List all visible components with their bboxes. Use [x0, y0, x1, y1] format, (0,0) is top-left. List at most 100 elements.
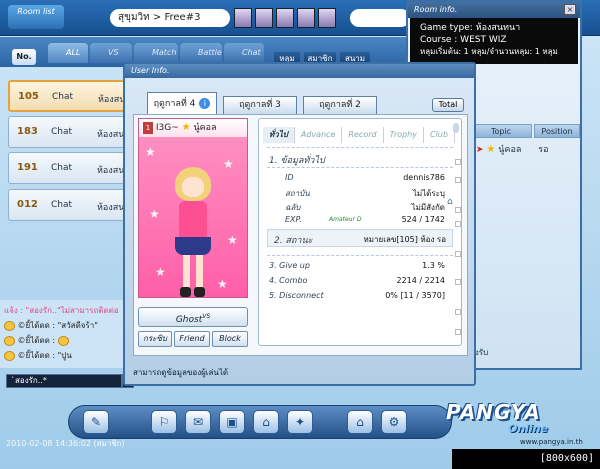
chat-line: ©ยิ้ได้ดด : "ปูน — [4, 349, 72, 362]
checkbox[interactable] — [455, 159, 461, 165]
checkbox[interactable] — [455, 207, 461, 213]
stat-label: 3. Give up — [269, 261, 310, 270]
divider — [267, 255, 453, 256]
lobby-icon[interactable]: ⌂ — [347, 410, 373, 434]
profile-card: 1 I3G~ ★ นู๋คอล ★ ★ ★ ★ ★ ★ — [138, 118, 248, 298]
online-avatars — [234, 8, 336, 28]
checkbox[interactable] — [455, 221, 461, 227]
star-decoration-icon: ★ — [227, 233, 238, 247]
avatar[interactable] — [318, 8, 336, 28]
close-icon[interactable]: × — [564, 4, 576, 15]
settings-icon[interactable]: ⚙ — [381, 410, 407, 434]
room-list-logo: Room list — [8, 5, 64, 29]
tab-vs[interactable]: VS — [90, 43, 132, 63]
room-number: 191 — [17, 162, 38, 173]
checkbox[interactable] — [455, 309, 461, 315]
room-name: ห้องสน — [97, 203, 125, 213]
search-field[interactable] — [350, 9, 410, 27]
hole-count: หลุมเริ่มต้น: 1 หลุม/จำนวนหลุม: 1 หลุม — [420, 47, 558, 56]
total-button[interactable]: Total — [432, 98, 464, 112]
star-decoration-icon: ★ — [223, 157, 234, 171]
chat-line: ©ยิ้ได้ดด : — [4, 334, 69, 347]
tab-record[interactable]: Record — [342, 127, 384, 143]
room-name: ห้องสน — [98, 95, 126, 105]
mail-icon[interactable]: ✉ — [185, 410, 211, 434]
room-row[interactable]: 105 Chat ห้องสน — [8, 80, 130, 112]
tab-season-4[interactable]: ฤดูกาลที่ 4i — [147, 92, 217, 116]
stats-tabs: ทั่วไป Advance Record Trophy Club — [263, 127, 455, 143]
divider — [267, 147, 453, 148]
checkbox[interactable] — [455, 279, 461, 285]
stat-row-institute: สถาบัน ไม่ได้ระบุ — [285, 187, 445, 199]
sort-number-button[interactable]: No. — [12, 49, 36, 65]
smiley-icon — [4, 350, 15, 361]
chat-line: ©ยิ้ได้ดด : "สวัสดีจร้า" — [4, 319, 98, 332]
star-icon: ★ — [181, 122, 191, 133]
game-type: Game type: ห้องสนทนา — [420, 23, 521, 33]
stat-row-club: ฉลับ ไม่มีสังกัด — [285, 201, 445, 213]
checkbox[interactable] — [455, 177, 461, 183]
room-row[interactable]: 012 Chat ห้องสน — [8, 189, 130, 221]
chat-line-text: ©ยิ้ได้ดด : — [17, 336, 58, 345]
stat-value: 2214 / 2214 — [396, 276, 446, 285]
locker-icon[interactable]: ⚐ — [151, 410, 177, 434]
checkbox[interactable] — [455, 251, 461, 257]
stat-label: 5. Disconnect — [269, 291, 324, 300]
ghost-label: Ghost — [175, 315, 203, 325]
chat-line-text: ©ยิ้ได้ดด : "สวัสดีจร้า" — [17, 321, 98, 330]
avatar[interactable] — [297, 8, 315, 28]
brand-name: PANGYA — [446, 400, 541, 424]
info-icon: i — [199, 98, 211, 109]
star-icon: ★ — [486, 144, 496, 155]
star-decoration-icon: ★ — [149, 207, 160, 221]
room-number: 012 — [17, 199, 38, 210]
block-button[interactable]: Block — [212, 331, 248, 347]
tab-advance[interactable]: Advance — [295, 127, 343, 143]
tab-all[interactable]: ALL — [48, 43, 88, 63]
stat-row-giveup: 3. Give up 1.3 % — [269, 261, 445, 273]
tab-battle[interactable]: Battle — [180, 43, 222, 63]
chat-input[interactable]: `สองรัก..* — [6, 374, 122, 388]
stat-row-combo: 4. Combo 2214 / 2214 — [269, 276, 445, 288]
tab-season-2[interactable]: ฤดูกาลที่ 2 — [303, 96, 377, 114]
room-name: ห้องสน — [97, 130, 125, 140]
tab-season-4-label: ฤดูกาลที่ 4 — [153, 99, 196, 109]
status-value: หมายเลข[105] ห้อง รอ — [363, 235, 446, 244]
chat-log: แจ้ง : "สองรัก.."ไม่สามารถติดต่อ ©ยิ้ได้… — [0, 300, 128, 368]
home-icon[interactable]: ⌂ — [253, 410, 279, 434]
home-icon[interactable]: ⌂ — [447, 197, 453, 207]
card-icon[interactable]: ▣ — [219, 410, 245, 434]
avatar[interactable] — [234, 8, 252, 28]
room-number: 105 — [18, 91, 39, 102]
whisper-button[interactable]: กระซิบ — [138, 331, 172, 347]
friend-button[interactable]: Friend — [174, 331, 210, 347]
shop-icon[interactable]: ✎ — [83, 410, 109, 434]
checkbox[interactable] — [455, 329, 461, 335]
tab-season-3[interactable]: ฤดูกาลที่ 3 — [223, 96, 297, 114]
stat-value: ไม่ได้ระบุ — [412, 189, 445, 198]
tab-club[interactable]: Club — [424, 127, 455, 143]
tab-match[interactable]: Match — [134, 43, 178, 63]
room-row[interactable]: 191 Chat ห้องสน — [8, 152, 130, 184]
gift-icon[interactable]: ✦ — [287, 410, 313, 434]
ghost-vs-button[interactable]: GhostVS — [138, 307, 248, 327]
room-number: 183 — [17, 126, 38, 137]
site-url: www.pangya.in.th — [520, 438, 583, 446]
smiley-icon — [4, 320, 15, 331]
room-row[interactable]: 183 Chat ห้องสน — [8, 116, 130, 148]
profile-header: 1 I3G~ ★ นู๋คอล — [139, 119, 247, 137]
user-info-dialog: User Info. ฤดูกาลที่ 4i ฤดูกาลที่ 3 ฤดูก… — [123, 62, 476, 386]
tab-chat[interactable]: Chat — [224, 43, 264, 63]
pointer-icon: ➤ — [476, 145, 484, 155]
tab-general[interactable]: ทั่วไป — [263, 127, 295, 143]
room-player-row[interactable]: ➤ ★ นู๋คอล รอ — [476, 142, 548, 156]
avatar[interactable] — [276, 8, 294, 28]
tab-trophy[interactable]: Trophy — [384, 127, 424, 143]
user-info-body: 1 I3G~ ★ นู๋คอล ★ ★ ★ ★ ★ ★ GhostVS กระซ… — [133, 114, 468, 356]
user-info-title: User Info. — [125, 64, 474, 78]
stat-value: 524 / 1742 — [401, 215, 445, 224]
avatar[interactable] — [255, 8, 273, 28]
status-box: 2. สถานะ หมายเลข[105] ห้อง รอ — [267, 229, 453, 247]
tab-battle-label: Battle — [198, 48, 222, 57]
star-decoration-icon: ★ — [217, 277, 228, 291]
